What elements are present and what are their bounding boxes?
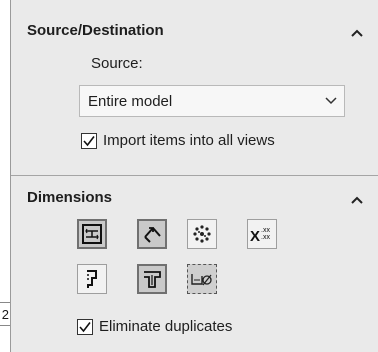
source-select-value: Entire model	[88, 92, 173, 110]
section-divider	[11, 175, 378, 176]
hole-wizard-profiles-button[interactable]	[77, 264, 107, 294]
source-select[interactable]: Entire model	[79, 85, 345, 117]
hole-callout-button[interactable]	[187, 264, 217, 294]
svg-text:.xx: .xx	[261, 234, 270, 241]
hole-wizard-locations-button[interactable]	[137, 264, 167, 294]
tolerance-dimensions-icon: X .xx .xx	[250, 227, 270, 245]
eliminate-duplicates-checkbox[interactable]: Eliminate duplicates	[77, 318, 232, 335]
chevron-up-icon[interactable]	[348, 193, 366, 207]
chevron-up-icon[interactable]	[348, 26, 366, 40]
hole-wizard-profiles-icon	[87, 270, 97, 288]
svg-text:X: X	[250, 228, 260, 245]
eliminate-duplicates-label: Eliminate duplicates	[99, 318, 233, 335]
not-marked-for-drawing-button[interactable]	[137, 219, 167, 249]
property-manager-panel: Source/Destination Source: Entire model …	[10, 0, 378, 352]
import-items-label: Import items into all views	[103, 132, 275, 149]
instance-counts-icon	[193, 225, 211, 243]
import-items-checkbox[interactable]: Import items into all views	[81, 132, 275, 149]
source-destination-title: Source/Destination	[27, 22, 164, 39]
source-label: Source:	[91, 55, 143, 72]
hole-wizard-locations-icon	[144, 271, 161, 288]
hole-callout-icon	[191, 274, 212, 286]
checkmark-icon	[77, 318, 93, 335]
marked-for-drawing-icon	[82, 224, 102, 244]
instance-counts-button[interactable]	[187, 219, 217, 249]
svg-text:.xx: .xx	[261, 227, 270, 234]
checkmark-icon	[81, 132, 97, 149]
tolerance-dimensions-button[interactable]: X .xx .xx	[247, 219, 277, 249]
not-marked-for-drawing-icon	[144, 227, 161, 243]
chevron-down-icon	[318, 97, 344, 105]
marked-for-drawing-button[interactable]	[77, 219, 107, 249]
dimensions-title: Dimensions	[27, 189, 113, 206]
